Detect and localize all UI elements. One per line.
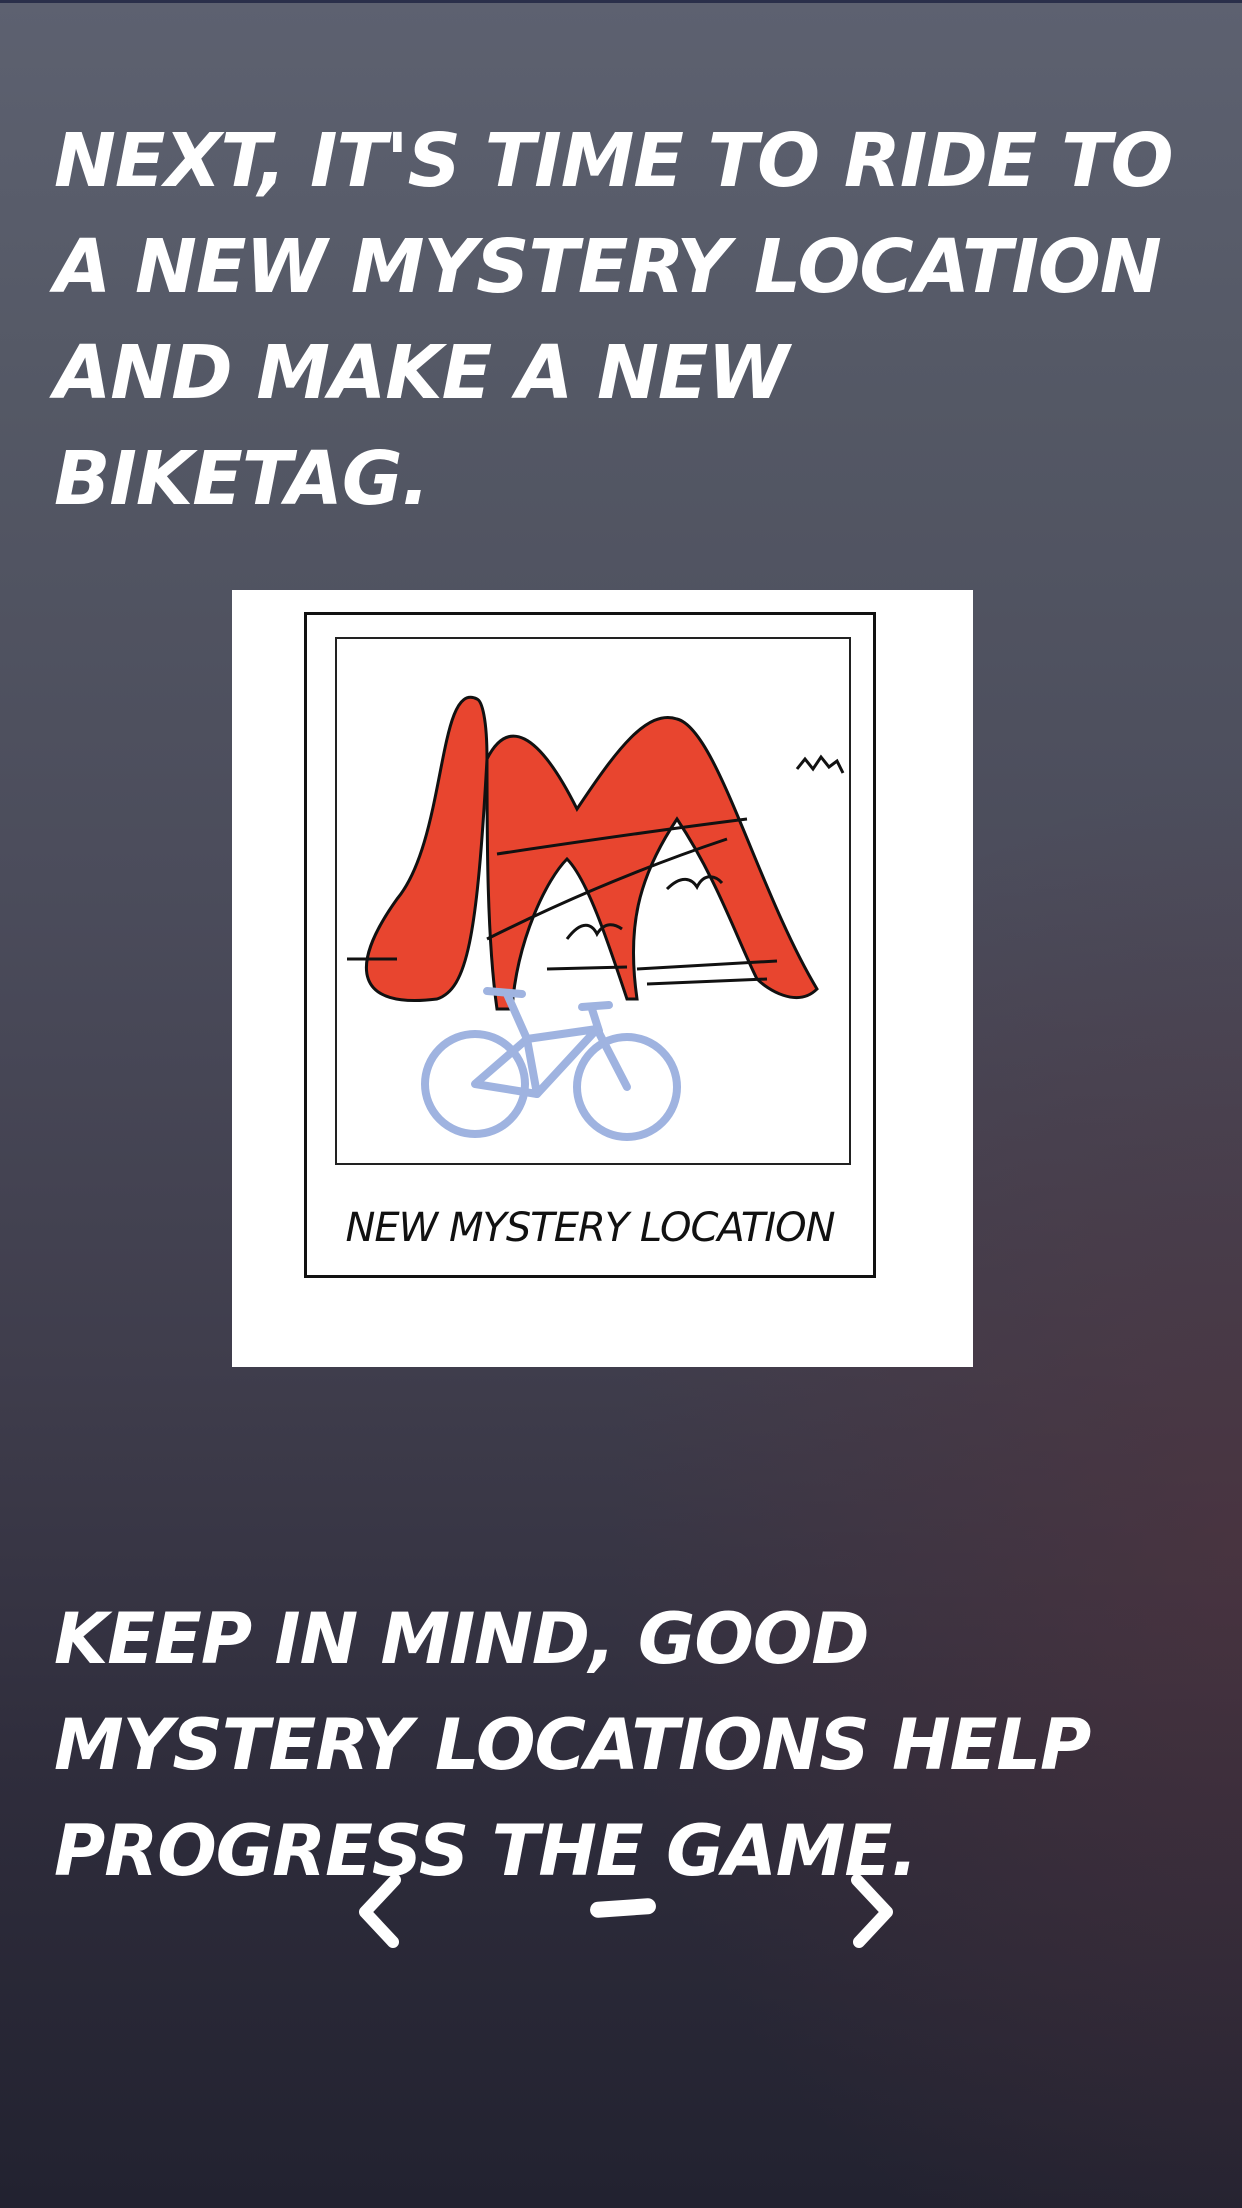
- bicycle: [421, 987, 681, 1141]
- photo-frame: [335, 637, 851, 1165]
- page-indicator-dash: [589, 1897, 657, 1919]
- previous-button[interactable]: [336, 1860, 426, 1960]
- chevron-left-icon: [359, 1874, 401, 1948]
- status-strip: [0, 0, 1242, 3]
- polaroid-frame: New Mystery Location: [304, 612, 876, 1278]
- tip-text: Keep in mind, good mystery locations hel…: [54, 1598, 1091, 1892]
- sculpture-and-bicycle-illustration: [347, 695, 845, 1141]
- sculpture-shape: [364, 695, 489, 1002]
- chevron-right-icon: [851, 1874, 893, 1948]
- pager: [0, 1860, 1242, 1970]
- sculpture-arch: [485, 716, 819, 1011]
- intro-text: Next, it's time to ride to a new mystery…: [54, 118, 1173, 522]
- illustration-caption: New Mystery Location: [345, 1205, 835, 1251]
- next-button[interactable]: [826, 1860, 916, 1960]
- illustration-card: New Mystery Location: [232, 590, 973, 1367]
